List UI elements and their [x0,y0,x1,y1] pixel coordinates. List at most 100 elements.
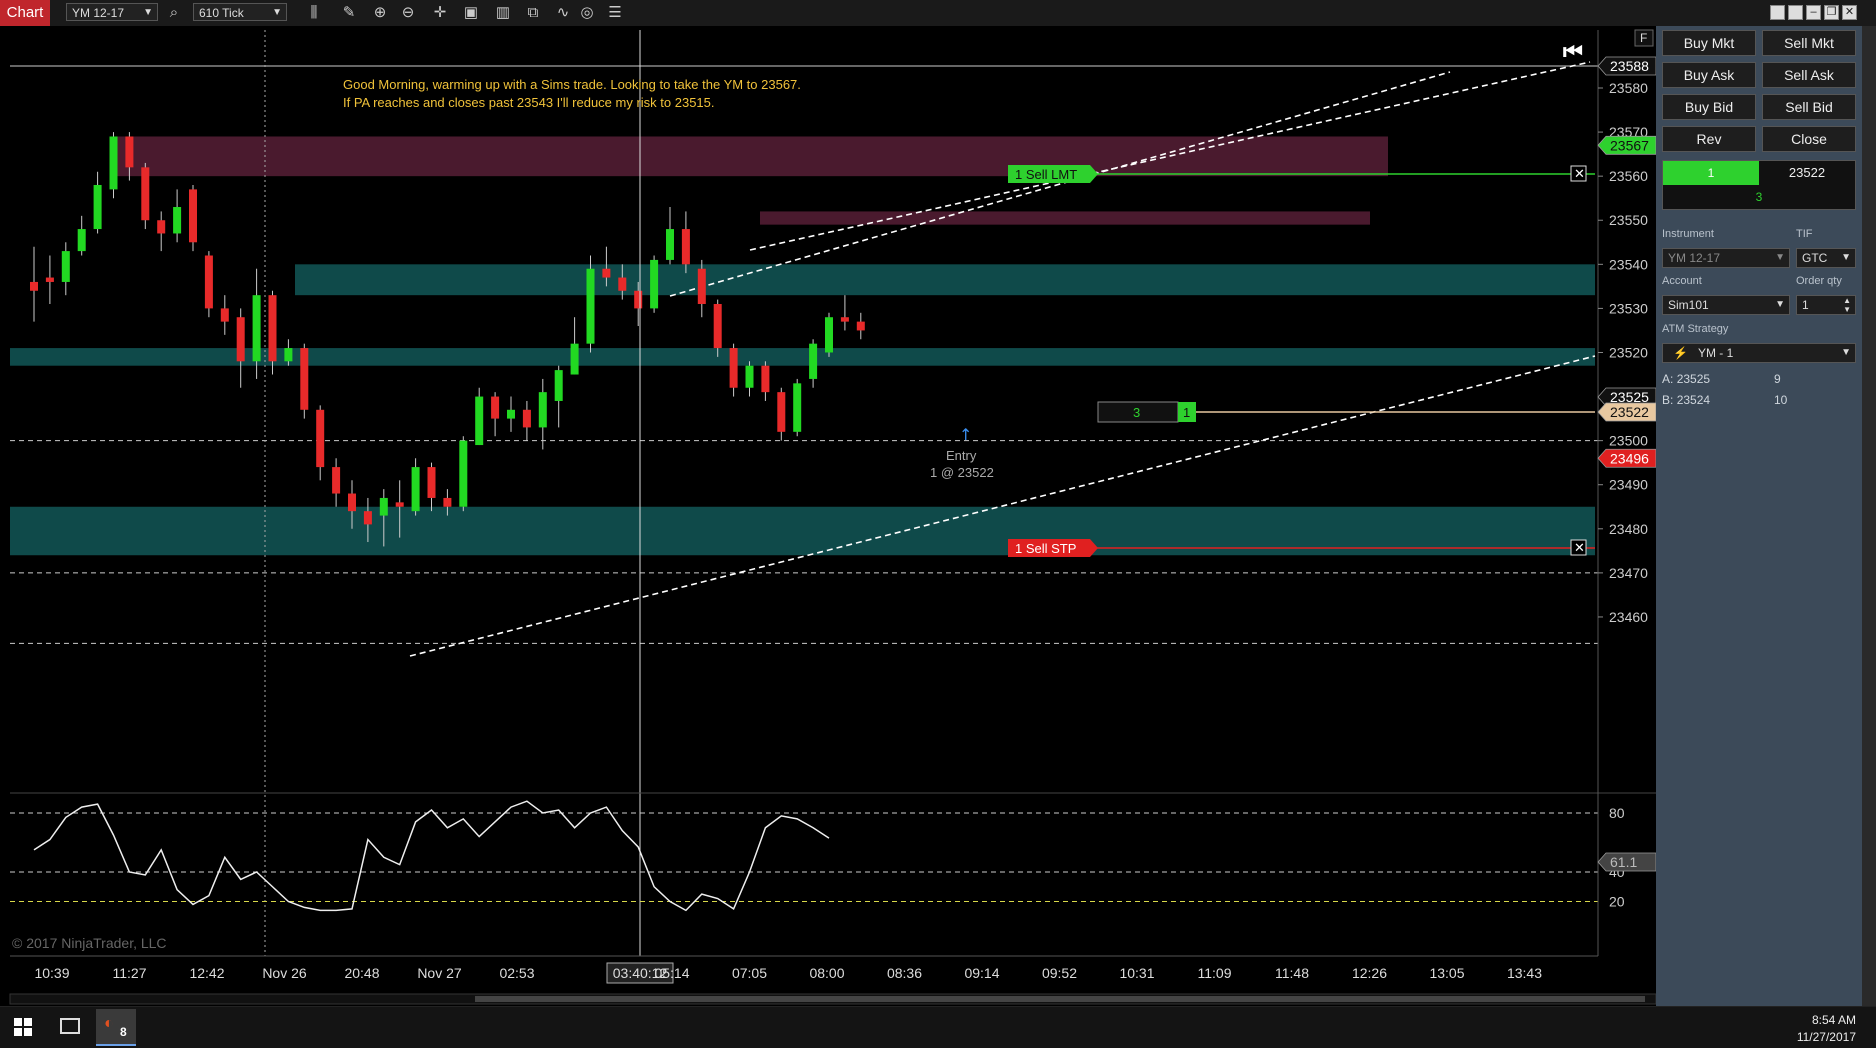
interval-selector[interactable]: 610 Tick ▼ [193,3,287,21]
zone-teal[interactable] [295,264,1595,296]
minimize-icon[interactable]: – [1806,5,1821,20]
price-tick-label: 23500 [1609,433,1648,449]
candle[interactable] [204,251,213,318]
chart-note-line-1: Good Morning, warming up with a Sims tra… [343,77,801,92]
account-select[interactable]: Sim101 ▼ [1662,295,1790,315]
candle-body [411,467,420,512]
data-box-icon[interactable]: ▣ [461,3,481,23]
candle-body [634,290,643,309]
zone-red[interactable] [112,136,1388,177]
entry-label: Entry [946,448,977,463]
order-qty-stepper[interactable]: 1 ▲ ▼ [1796,295,1856,315]
candle-body [157,220,166,234]
ask-row: A: 23525 [1662,372,1710,386]
sell-ask-button[interactable]: Sell Ask [1762,62,1856,88]
time-tick: 11:27 [113,965,147,981]
tif-select[interactable]: GTC ▼ [1796,248,1856,268]
price-tag-stop[interactable]: 23496 [1597,448,1656,468]
close-icon[interactable]: ✕ [1842,5,1857,20]
scrollbar-thumb[interactable] [475,996,1645,1002]
search-icon[interactable]: ⌕ [164,3,184,23]
time-tick: 09:14 [964,965,999,981]
time-tick-label: 11:48 [1275,965,1309,981]
candle-body [586,268,595,344]
price-tick-label: 23560 [1609,168,1648,184]
chart-tab[interactable]: Chart [0,0,50,26]
buy-mkt-button[interactable]: Buy Mkt [1662,30,1756,56]
sell-lmt-order[interactable]: 1 Sell LMT [1008,165,1098,183]
time-tick: 10:31 [1119,965,1154,981]
templates-icon[interactable]: ⧉ [523,3,543,23]
candle-body [507,409,515,419]
price-tag-top[interactable]: 23588 [1597,56,1656,76]
crosshair-icon[interactable]: ✛ [430,3,450,23]
zoom-out-icon[interactable]: ⊖ [398,3,418,23]
task-view-icon[interactable] [60,1018,80,1034]
account-select-value: Sim101 [1668,298,1709,312]
sell-bid-button[interactable]: Sell Bid [1762,94,1856,120]
candle-body [729,348,738,388]
atm-strategy-select[interactable]: ⚡ YM - 1 ▼ [1662,343,1856,363]
candle[interactable] [459,436,468,512]
close-position-button[interactable]: Close [1762,126,1856,152]
ninjatrader-icon: ◐ [104,1015,114,1032]
indicators-icon[interactable]: ∿ [553,3,573,23]
time-tick-label: 08:00 [809,965,844,981]
candle-body [236,317,245,362]
candle-body [793,383,802,432]
chevron-down-icon: ▼ [272,7,282,18]
instrument-selector[interactable]: YM 12-17 ▼ [66,3,158,21]
reverse-button[interactable]: Rev [1662,126,1756,152]
candle[interactable] [586,255,595,353]
ninjatrader-taskbar-button[interactable]: ◐ 8 [96,1009,136,1046]
price-tag-entry[interactable]: 23522 [1597,402,1656,422]
candle-body [666,229,674,260]
candle[interactable] [825,312,833,357]
instrument-select[interactable]: YM 12-17 ▼ [1662,248,1790,268]
candle[interactable] [650,255,659,313]
candle-body [61,251,70,282]
entry-detail: 1 @ 23522 [930,465,994,480]
stepper-arrows-icon[interactable]: ▲ ▼ [1843,296,1851,314]
price-chart[interactable]: 1 Sell LMT ✕ 1 Sell STP ✕ 3 1 ↑ Entry 1 … [0,26,1656,1006]
time-tick-label: 10:39 [34,965,69,981]
columns-icon[interactable]: ▥ [493,3,513,23]
price-tag-target[interactable]: 23567 [1597,135,1656,155]
candle[interactable] [109,132,118,199]
buy-ask-button[interactable]: Buy Ask [1662,62,1756,88]
windows-start-icon[interactable] [14,1018,32,1036]
pencil-icon[interactable]: ✎ [339,3,359,23]
bar-type-icon[interactable]: ⫼ [304,3,324,23]
candle[interactable] [793,378,802,437]
candle-body [204,255,213,309]
time-tick-label: 13:05 [1429,965,1464,981]
sell-mkt-button[interactable]: Sell Mkt [1762,30,1856,56]
position-marker[interactable]: 3 1 [1097,401,1196,423]
clock-date[interactable]: 11/27/2017 [1797,1030,1856,1044]
window-tile-icon[interactable] [1788,5,1803,20]
candle[interactable] [300,343,309,419]
price-tag-oscillator[interactable]: 61.1 [1597,852,1656,872]
time-tick-label: 07:05 [732,965,767,981]
sell-stp-order[interactable]: 1 Sell STP [1008,539,1098,557]
candle-body [109,136,118,190]
price-tick-label: 23540 [1609,256,1648,272]
candle-body [30,281,38,291]
zone-red[interactable] [760,211,1370,225]
restore-icon[interactable]: ❐ [1824,5,1839,20]
zoom-in-icon[interactable]: ⊕ [370,3,390,23]
clock-time[interactable]: 8:54 AM [1812,1013,1856,1027]
candle[interactable] [189,184,197,252]
panel-scrollbar[interactable] [1862,26,1876,1006]
time-tick-label: 12:26 [1352,965,1387,981]
zone-teal[interactable] [10,348,1595,366]
time-tick-label: 10:31 [1119,965,1154,981]
scroll-to-end-icon[interactable]: ⏮ [1563,40,1583,65]
candle[interactable] [141,162,150,230]
properties-list-icon[interactable]: ☰ [605,3,625,23]
chevron-down-icon: ▼ [1775,299,1785,310]
window-tile-icon[interactable] [1770,5,1785,20]
strategies-icon[interactable]: ◎ [577,3,597,23]
buy-bid-button[interactable]: Buy Bid [1662,94,1756,120]
oscillator-level-label: 20 [1609,894,1625,910]
